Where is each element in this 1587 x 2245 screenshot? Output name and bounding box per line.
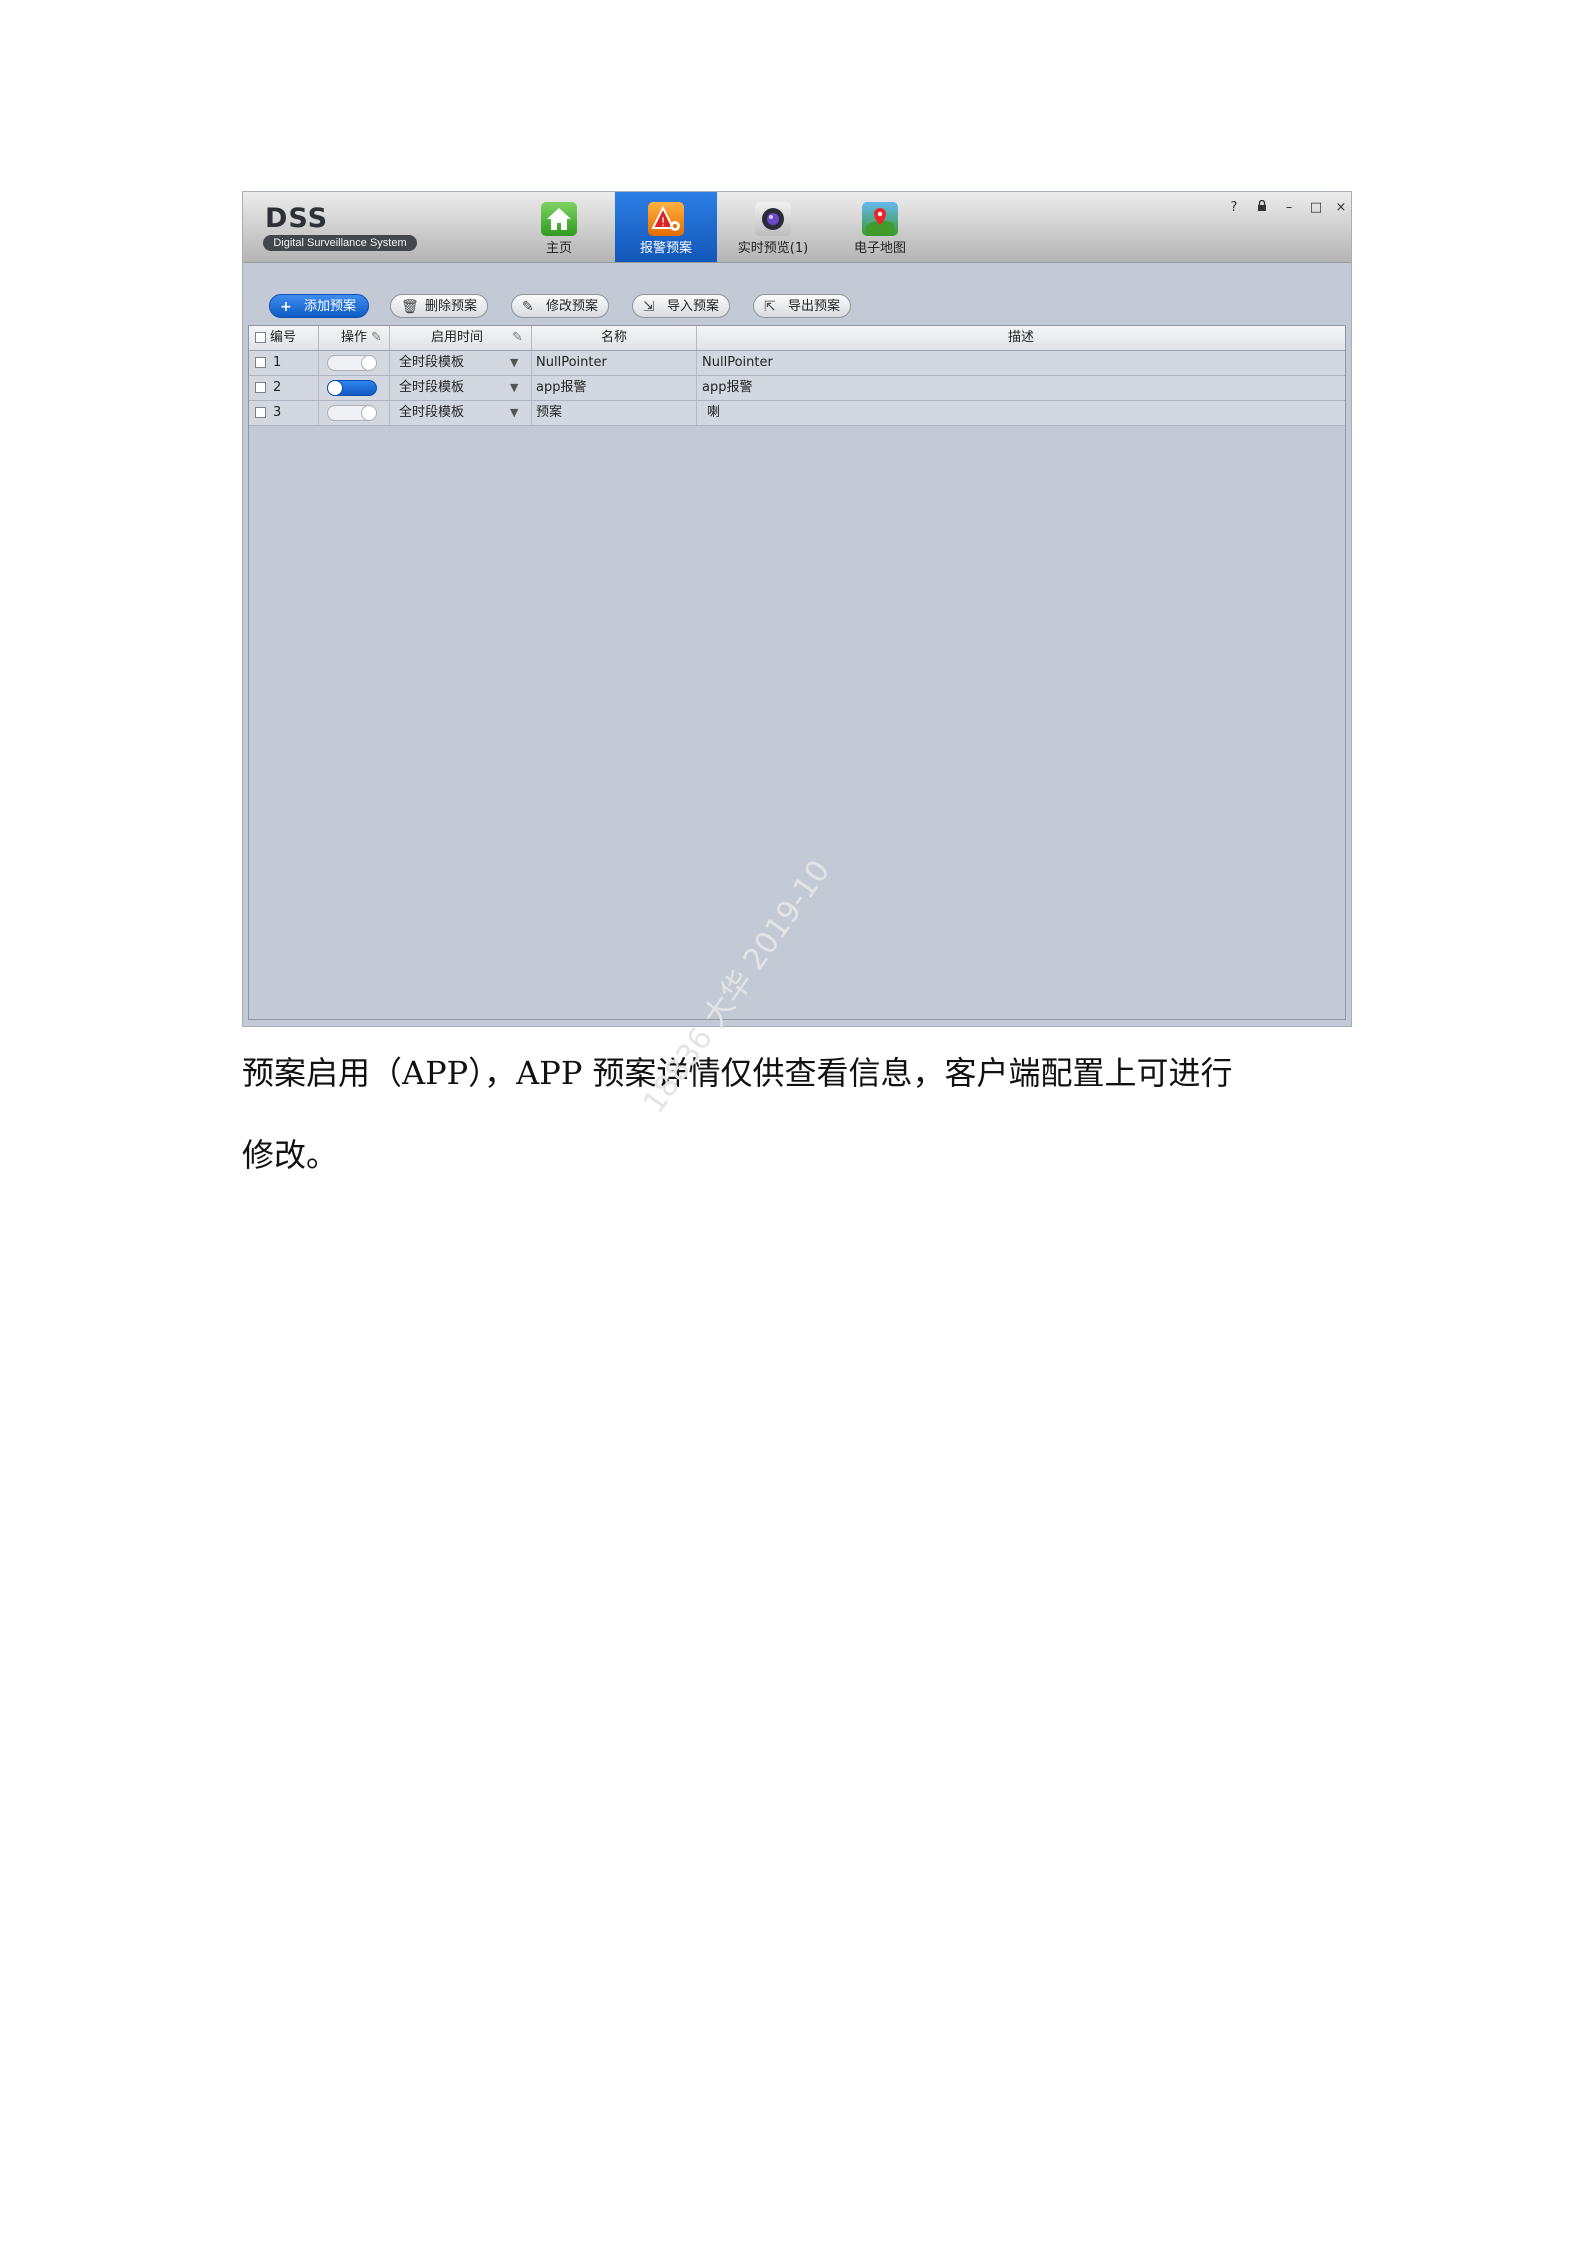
row-checkbox[interactable]: [255, 357, 266, 368]
delete-plan-label: 删除预案: [425, 299, 478, 314]
nav-emap-label: 电子地图: [853, 241, 906, 256]
table-row[interactable]: 2 全时段模板 ▼ app报警 app报警: [249, 376, 1345, 401]
nav-live-preview-label: 实时预览(1): [737, 241, 809, 256]
plan-name: app报警: [532, 376, 697, 400]
select-all-checkbox[interactable]: [255, 332, 266, 343]
header-desc: 描述: [1007, 330, 1034, 345]
camera-icon: [755, 202, 791, 236]
export-plan-button[interactable]: ⇱ 导出预案: [753, 294, 851, 318]
dropdown-arrow-icon[interactable]: ▼: [510, 351, 518, 375]
minimize-icon[interactable]: –: [1281, 200, 1297, 215]
edit-plan-button[interactable]: ✎ 修改预案: [511, 294, 609, 318]
export-plan-label: 导出预案: [788, 299, 841, 314]
plan-name: NullPointer: [532, 351, 697, 375]
nav-alarm-plan-label: 报警预案: [639, 241, 692, 256]
table-row[interactable]: 3 全时段模板 ▼ 预案 喇: [249, 401, 1345, 426]
map-icon: [862, 202, 898, 236]
delete-plan-button[interactable]: 🗑 删除预案: [390, 294, 488, 318]
table-header: 编号 操作 ✎ 启用时间 ✎ 名称 描述: [249, 326, 1345, 351]
caption-line-1: 预案启用（APP），APP 预案详情仅供查看信息，客户端配置上可进行: [242, 1054, 1233, 1092]
row-checkbox[interactable]: [255, 382, 266, 393]
nav-emap[interactable]: 电子地图: [829, 192, 931, 262]
time-select[interactable]: 全时段模板 ▼: [390, 401, 532, 425]
import-plan-button[interactable]: ⇲ 导入预案: [632, 294, 730, 318]
time-select[interactable]: 全时段模板 ▼: [390, 351, 532, 375]
close-icon[interactable]: ×: [1333, 200, 1349, 215]
app-subtitle: Digital Surveillance System: [263, 235, 417, 251]
caption-line-2: 修改。: [242, 1136, 339, 1174]
plan-desc: NullPointer: [702, 355, 773, 370]
dropdown-arrow-icon[interactable]: ▼: [510, 376, 518, 400]
time-select[interactable]: 全时段模板 ▼: [390, 376, 532, 400]
enable-toggle[interactable]: [327, 405, 377, 421]
nav-home[interactable]: 主页: [508, 192, 610, 262]
table-row[interactable]: 1 全时段模板 ▼ NullPointer NullPointer: [249, 351, 1345, 376]
trash-icon: 🗑: [401, 299, 419, 315]
lock-icon[interactable]: [1254, 199, 1270, 216]
home-icon: [541, 202, 577, 236]
import-plan-label: 导入预案: [667, 299, 720, 314]
dropdown-arrow-icon[interactable]: ▼: [510, 401, 518, 425]
plan-desc: 喇: [707, 405, 721, 420]
title-bar: DSS Digital Surveillance System 主页 ! 报警预…: [243, 192, 1351, 263]
help-icon[interactable]: ?: [1226, 200, 1242, 215]
pencil-icon[interactable]: ✎: [512, 326, 523, 350]
add-plan-button[interactable]: + 添加预案: [269, 294, 369, 318]
svg-text:!: !: [661, 215, 666, 229]
header-id[interactable]: 编号: [249, 326, 319, 350]
alarm-plan-icon: !: [648, 202, 684, 236]
import-icon: ⇲: [643, 299, 655, 315]
maximize-icon[interactable]: □: [1308, 200, 1324, 215]
plus-icon: +: [280, 299, 292, 315]
header-name: 名称: [532, 326, 697, 350]
enable-toggle[interactable]: [327, 380, 377, 396]
pencil-icon[interactable]: ✎: [371, 326, 382, 350]
edit-icon: ✎: [522, 299, 534, 315]
row-checkbox[interactable]: [255, 407, 266, 418]
plan-name: 预案: [532, 401, 697, 425]
app-logo: DSS: [265, 203, 329, 234]
export-icon: ⇱: [764, 299, 776, 315]
nav-live-preview[interactable]: 实时预览(1): [722, 192, 824, 262]
plan-desc: app报警: [702, 380, 753, 395]
nav-alarm-plan[interactable]: ! 报警预案: [615, 192, 717, 262]
header-op: 操作 ✎: [319, 326, 390, 350]
enable-toggle[interactable]: [327, 355, 377, 371]
nav-home-label: 主页: [545, 241, 572, 256]
edit-plan-label: 修改预案: [546, 299, 599, 314]
add-plan-label: 添加预案: [304, 299, 357, 314]
header-time: 启用时间 ✎: [390, 326, 532, 350]
